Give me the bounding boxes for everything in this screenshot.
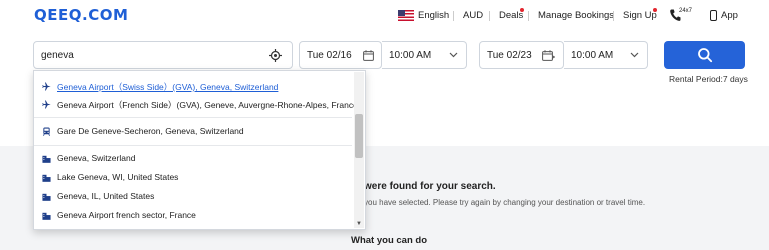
city-icon xyxy=(42,155,51,163)
suggestion-item[interactable]: Geneva Airport french sector, France xyxy=(34,208,354,224)
city-icon xyxy=(42,212,51,220)
dropoff-time-select[interactable]: 10:00 AM xyxy=(564,41,648,69)
suggestion-label: Geneva Airport（Swiss Side）(GVA), Geneva,… xyxy=(57,82,279,92)
suggestion-item[interactable]: Geneva, Switzerland xyxy=(34,151,354,167)
language-selector[interactable]: English xyxy=(418,10,449,21)
scrollbar-thumb[interactable] xyxy=(355,114,363,158)
what-you-can-do-heading: What you can do xyxy=(351,235,427,246)
deals-link[interactable]: Deals xyxy=(499,10,523,21)
nav-divider xyxy=(528,11,529,21)
suggestion-item[interactable]: Gare De Geneve-Secheron, Geneva, Switzer… xyxy=(34,124,354,140)
rental-period-label: Rental Period:7 days xyxy=(669,74,748,84)
deals-notification-dot xyxy=(520,8,524,12)
manage-bookings-link[interactable]: Manage Bookings xyxy=(538,10,614,21)
dropoff-time-value: 10:00 AM xyxy=(571,50,614,61)
suggestion-label: Gare De Geneve-Secheron, Geneva, Switzer… xyxy=(57,126,244,136)
search-icon xyxy=(698,48,713,63)
suggestion-label: Geneva, Switzerland xyxy=(57,153,136,163)
sign-up-notification-dot xyxy=(653,8,657,12)
app-link[interactable]: App xyxy=(721,10,738,21)
scroll-down-arrow-icon[interactable]: ▼ xyxy=(355,220,363,228)
city-icon xyxy=(42,193,51,201)
currency-selector[interactable]: AUD xyxy=(463,10,483,21)
suggestion-label: Geneva Airport（French Side）(GVA), Geneve… xyxy=(57,100,358,110)
pickup-date-field[interactable]: Tue 02/16 xyxy=(299,41,382,69)
top-header: QEEQ.COM English AUD Deals Manage Bookin… xyxy=(0,0,769,34)
suggestion-group-divider xyxy=(34,117,352,118)
location-input[interactable]: geneva xyxy=(33,41,293,69)
us-flag-icon xyxy=(398,10,414,21)
mobile-app-icon[interactable] xyxy=(710,10,717,21)
nav-divider xyxy=(613,11,614,21)
dropdown-scrollbar[interactable]: ▼ xyxy=(354,72,364,228)
sign-up-link[interactable]: Sign Up xyxy=(623,10,657,21)
pickup-time-select[interactable]: 10:00 AM xyxy=(382,41,467,69)
nav-divider xyxy=(453,11,454,21)
chevron-down-icon xyxy=(449,52,458,58)
plane-icon xyxy=(42,100,51,109)
dropoff-date-value: Tue 02/23 xyxy=(487,50,532,61)
support-hours-label: 24x7 xyxy=(679,8,693,14)
calendar-return-icon xyxy=(542,50,555,61)
suggestion-item[interactable]: Geneva, IL, United States xyxy=(34,189,354,205)
no-results-body: you have selected. Please try again by c… xyxy=(364,198,646,207)
train-icon xyxy=(42,127,51,136)
plane-icon xyxy=(42,82,51,91)
pickup-date-value: Tue 02/16 xyxy=(307,50,352,61)
suggestion-group-divider xyxy=(34,145,352,146)
pickup-time-value: 10:00 AM xyxy=(389,50,432,61)
search-button[interactable] xyxy=(664,41,745,69)
location-suggestions-dropdown[interactable]: Geneva Airport（Swiss Side）(GVA), Geneva,… xyxy=(33,70,366,230)
suggestion-item[interactable]: Lake Geneva, WI, United States xyxy=(34,170,354,186)
suggestion-label: Geneva Airport french sector, France xyxy=(57,210,196,220)
suggestion-item[interactable]: Geneva Airport（French Side）(GVA), Geneve… xyxy=(34,97,358,113)
qeeq-logo[interactable]: QEEQ.COM xyxy=(34,6,128,24)
no-results-title: were found for your search. xyxy=(364,181,496,192)
suggestion-label: Lake Geneva, WI, United States xyxy=(57,172,179,182)
city-icon xyxy=(42,174,51,182)
locate-me-icon[interactable] xyxy=(269,49,282,62)
dropoff-date-field[interactable]: Tue 02/23 xyxy=(479,41,564,69)
nav-divider xyxy=(489,11,490,21)
suggestion-label: Geneva, IL, United States xyxy=(57,191,155,201)
chevron-down-icon xyxy=(630,52,639,58)
calendar-icon xyxy=(363,50,374,61)
suggestion-item[interactable]: Geneva Airport（Swiss Side）(GVA), Geneva,… xyxy=(34,79,354,95)
location-input-value: geneva xyxy=(41,50,74,61)
